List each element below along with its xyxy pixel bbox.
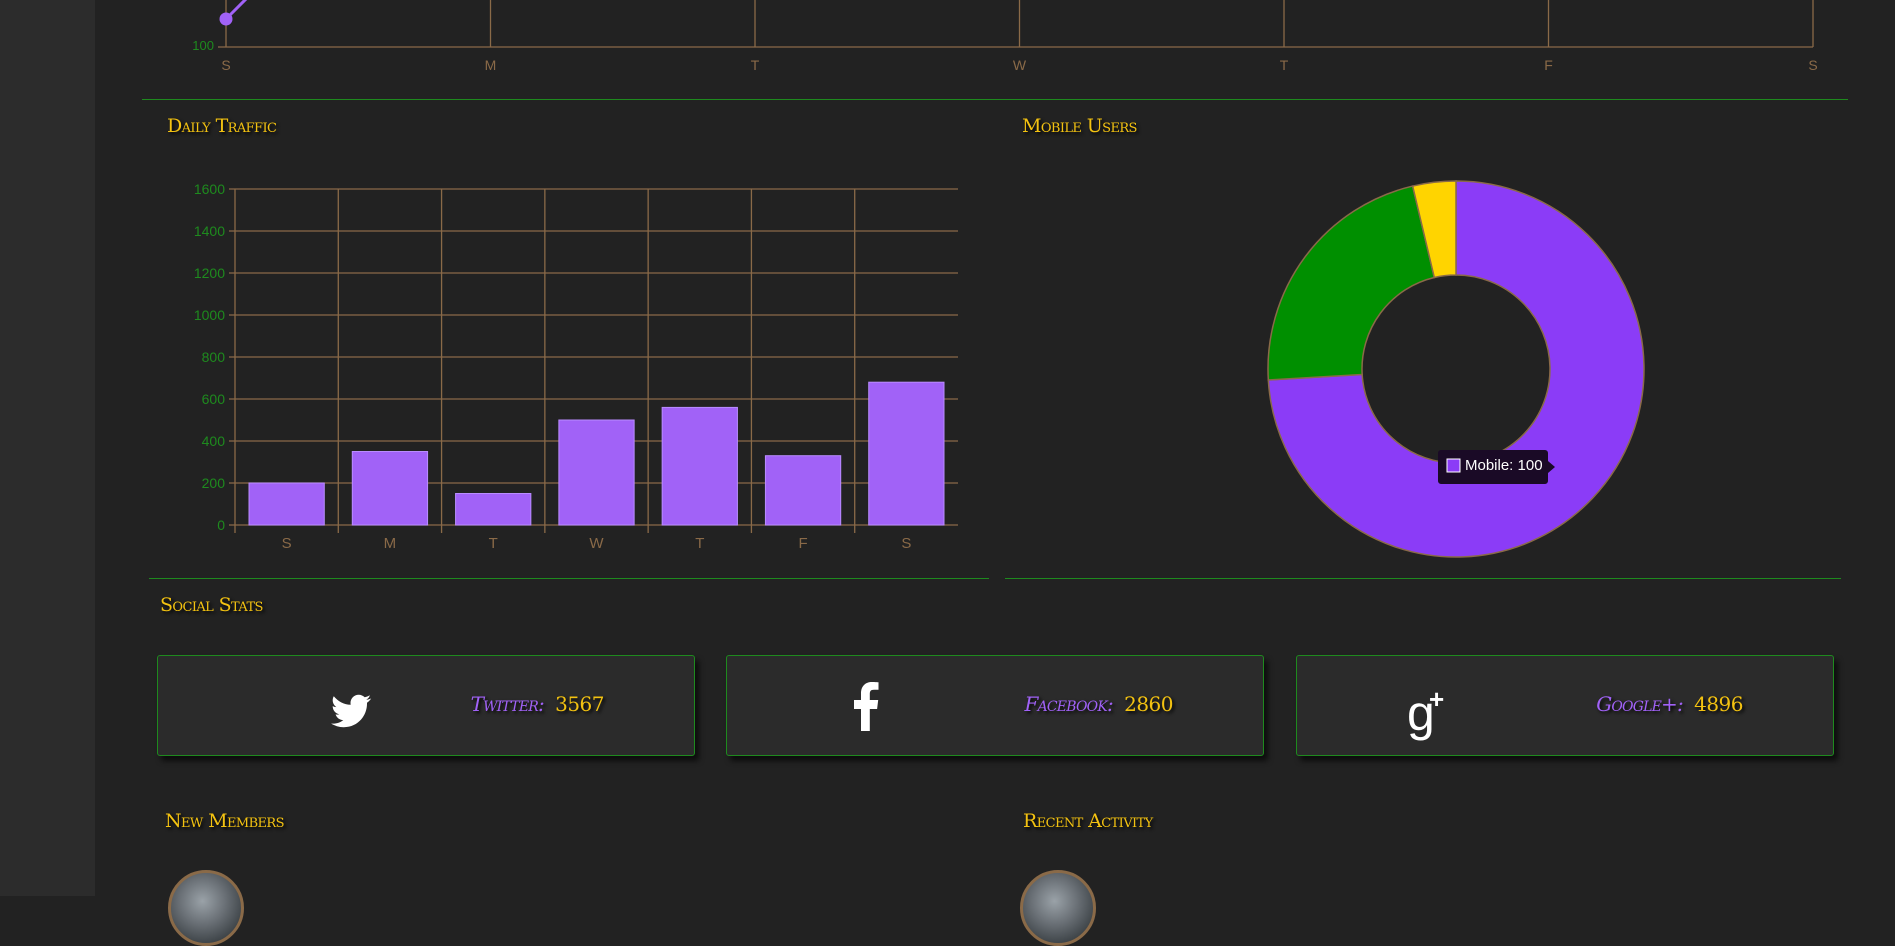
main-content: 100 S M T W T F S Daily Traffic Mobile Users 0… [95,0,1895,946]
y-tick-label: 400 [202,433,226,449]
social-card-google-plus[interactable]: g + Google+: 4896 [1296,655,1834,756]
x-tick-label: M [485,57,497,73]
x-tick-label: S [901,535,911,552]
social-stat-facebook: Facebook: 2860 [1024,692,1174,716]
svg-text:+: + [1429,684,1444,714]
x-tick-label: T [1280,57,1289,73]
x-tick-label: F [1544,57,1553,73]
social-label: Facebook [1024,692,1108,716]
social-stat-twitter: Twitter: 3567 [470,692,605,716]
y-tick-label: 0 [217,517,225,533]
section-title-daily-traffic: Daily Traffic [167,115,277,137]
daily-traffic-bar-chart: 0 200 400 600 800 1000 1200 1400 1600 S M T W T F S [194,181,958,552]
y-tick-label: 1400 [194,223,225,239]
y-tick-label: 1600 [194,181,225,197]
bar [661,406,738,526]
y-tick-label: 1000 [194,307,225,323]
y-tick-label: 200 [202,475,226,491]
x-tick-label: T [695,535,704,552]
social-label: Google+ [1596,692,1678,716]
x-tick-label: F [798,535,807,552]
social-count: 3567 [555,692,604,716]
social-stat-google-plus: Google+: 4896 [1596,692,1743,716]
social-card-twitter[interactable]: Twitter: 3567 [157,655,695,756]
bar [248,482,325,526]
social-count: 4896 [1694,692,1743,716]
x-tick-label: M [384,535,397,552]
avatar[interactable] [1020,870,1096,946]
social-card-facebook[interactable]: Facebook: 2860 [726,655,1264,756]
bar [764,455,842,526]
chart-tooltip: Mobile: 100 [1438,450,1555,484]
tooltip-text: Mobile: 100 [1465,457,1543,474]
twitter-icon [331,694,372,728]
avatar[interactable] [168,870,244,946]
weekly-line-chart: 100 S M T W T F S [192,0,1818,73]
x-tick-label: S [1808,57,1817,73]
divider [142,99,1848,100]
x-tick-label: S [282,535,292,552]
pie-slice [1267,185,1436,381]
section-title-new-members: New Members [165,810,285,832]
tooltip-swatch [1446,458,1461,473]
section-title-social-stats: Social Stats [160,594,263,616]
sidebar [0,0,95,896]
social-label: Twitter [470,692,539,716]
bar [868,381,945,526]
section-title-mobile-users: Mobile Users [1022,115,1137,137]
x-tick-label: T [489,535,498,552]
y-tick-label: 100 [192,38,214,53]
x-tick-label: T [751,57,760,73]
x-tick-label: W [1013,57,1027,73]
y-tick-label: 800 [202,349,226,365]
y-tick-label: 600 [202,391,226,407]
bar [351,451,429,526]
mobile-users-donut-chart: MobileTabletsDestopsMobile: 100 [1267,180,1645,558]
x-tick-label: W [589,535,604,552]
bar [558,419,635,526]
data-point [219,12,233,26]
section-title-recent-activity: Recent Activity [1023,810,1153,832]
google-plus-icon: g + [1407,684,1444,741]
divider [149,578,989,579]
social-count: 2860 [1124,692,1173,716]
divider [1005,578,1841,579]
y-tick-label: 1200 [194,265,225,281]
bar [455,493,532,526]
x-tick-label: S [221,57,230,73]
facebook-icon [854,682,879,731]
